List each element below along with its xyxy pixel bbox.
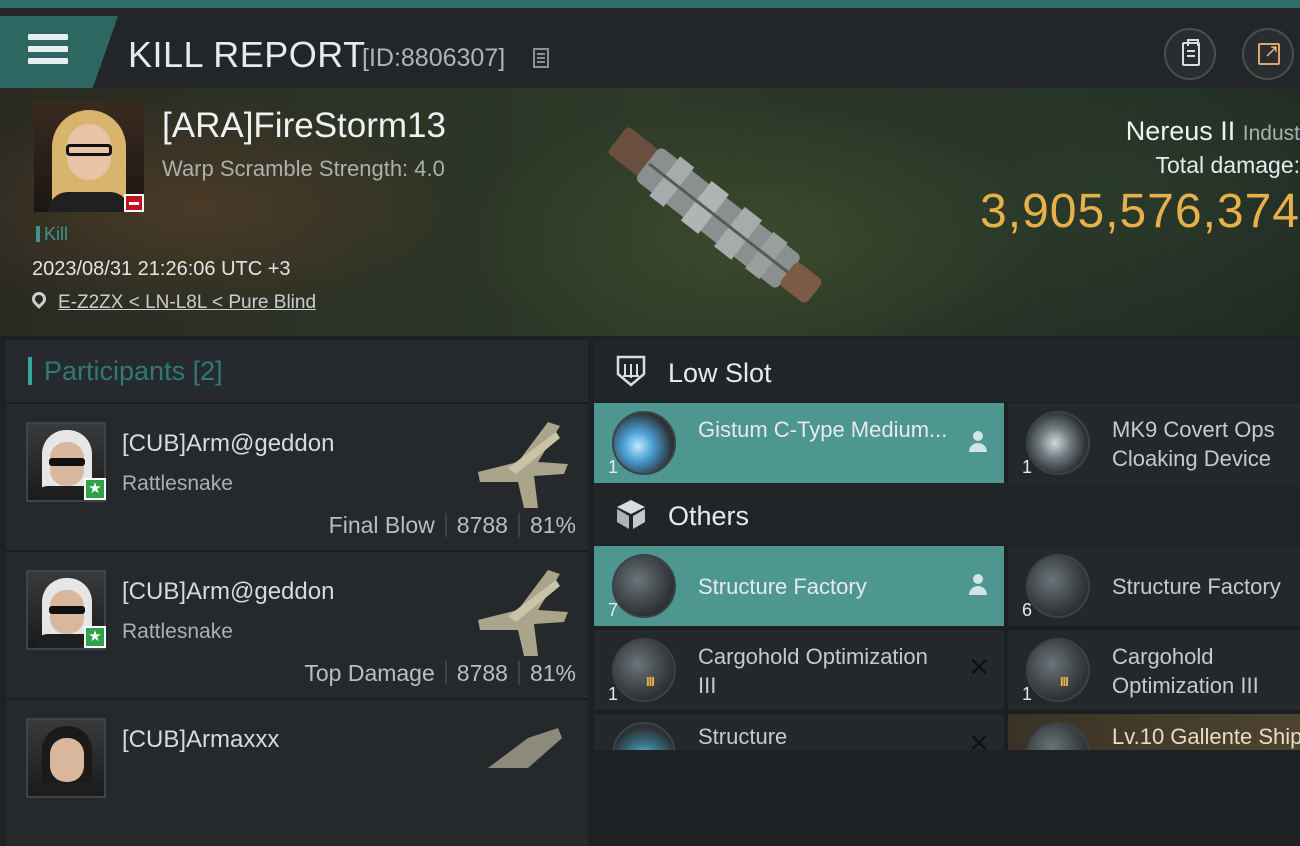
warp-scramble-strength: Warp Scramble Strength: 4.0: [162, 156, 445, 181]
low-slot-header: Low Slot: [594, 340, 1300, 402]
participant-ship: Rattlesnake: [122, 472, 233, 495]
kill-tag: Kill: [36, 224, 68, 245]
item-name: Structure Factory: [698, 574, 867, 599]
share-icon: [1258, 41, 1280, 65]
cloaking-device-icon: [1026, 411, 1090, 475]
others-label: Others: [668, 501, 750, 531]
armor-plate-icon: [612, 411, 676, 475]
participants-label: Participants: [44, 356, 186, 386]
participant-row[interactable]: ★ [CUB]Arm@geddon Rattlesnake Final Blow…: [6, 404, 588, 550]
cargo-gallente-ship-skill[interactable]: Lv.10 Gallente Ship: [1008, 714, 1300, 750]
participants-count: [2]: [192, 356, 223, 386]
hamburger-menu-icon: [28, 34, 68, 70]
pilot-icon: [968, 574, 988, 596]
copy-icon[interactable]: [533, 48, 549, 68]
cube-icon: [617, 500, 645, 529]
pilot-icon: [968, 431, 988, 453]
ship-icon: [488, 728, 562, 768]
module-gistum-c-type[interactable]: 1 Gistum C-Type Medium...: [594, 403, 1004, 483]
item-quantity: 6: [1022, 600, 1033, 620]
participant-stats: Top Damage 8788 81%: [304, 660, 576, 686]
victim-banner: [ARA]FireStorm13 Warp Scramble Strength:…: [0, 88, 1300, 336]
standing-negative-icon: [124, 194, 144, 212]
clipboard-button[interactable]: [1164, 28, 1216, 80]
kill-datetime: 2023/08/31 21:26:06 UTC +3: [32, 258, 291, 280]
participant-row[interactable]: [CUB]Armaxxx: [6, 700, 588, 846]
star-badge-icon: ★: [84, 478, 106, 500]
participant-stats: Final Blow 8788 81%: [328, 512, 576, 538]
total-damage-value: 3,905,576,374: [980, 185, 1300, 238]
share-button[interactable]: [1242, 28, 1294, 80]
participant-row[interactable]: ★ [CUB]Arm@geddon Rattlesnake Top Damage…: [6, 552, 588, 698]
structure-factory-icon: [612, 554, 676, 618]
cargohold-rig-icon: [1026, 638, 1090, 702]
tech-level-icon: III: [1060, 674, 1069, 689]
cargo-structure-factory[interactable]: 6 Structure Factory: [1008, 546, 1300, 626]
participants-header[interactable]: Participants [2]: [6, 340, 588, 402]
item-name: MK9 Covert Ops Cloaking Device: [1112, 417, 1275, 471]
participant-avatar: [26, 718, 106, 798]
participants-panel: Participants [2] ★ [CUB]Arm@geddon Rattl…: [6, 340, 588, 846]
tech-level-icon: III: [646, 674, 655, 689]
location-pin-icon: [29, 289, 49, 309]
victim-ship-image: [608, 127, 822, 303]
fitting-panel: Low Slot 1 Gistum C-Type Medium... 1 MK9…: [594, 340, 1300, 750]
cargohold-rig-icon: [612, 638, 676, 702]
structure-icon: [612, 722, 676, 750]
item-quantity: 1: [1022, 457, 1033, 477]
rattlesnake-ship-icon: [478, 422, 568, 508]
destroyed-cross-icon: ✕: [968, 652, 990, 682]
item-quantity: 1: [608, 684, 619, 704]
cargo-cargohold-optimization[interactable]: III 1 Cargohold Optimization III: [1008, 630, 1300, 710]
item-name: Structure: [698, 724, 788, 749]
kill-location-link[interactable]: E-Z2ZX < LN-L8L < Pure Blind: [58, 292, 316, 314]
participant-name: [CUB]Arm@geddon: [122, 578, 335, 605]
item-quantity: 1: [1022, 684, 1033, 704]
rattlesnake-ship-icon: [478, 570, 568, 656]
participant-name: [CUB]Arm@geddon: [122, 430, 335, 457]
module-mk9-cloak[interactable]: 1 MK9 Covert Ops Cloaking Device: [1008, 403, 1300, 483]
item-name: Cargohold Optimization III: [1112, 644, 1259, 698]
item-name: Gistum C-Type Medium...: [698, 417, 948, 442]
others-header: Others: [594, 483, 1300, 545]
page-title: KILL REPORT: [128, 34, 366, 75]
item-name: Lv.10 Gallente Ship: [1112, 724, 1300, 749]
low-slot-label: Low Slot: [668, 358, 772, 388]
skill-book-icon: [1026, 722, 1090, 750]
kill-id: [ID:8806307]: [362, 44, 506, 72]
item-name: Cargohold Optimization III: [698, 644, 928, 698]
clipboard-icon: [1182, 39, 1200, 66]
item-name: Structure Factory: [1112, 574, 1281, 599]
destroyed-cross-icon: ✕: [968, 728, 990, 750]
cargo-structure-factory[interactable]: 7 Structure Factory: [594, 546, 1004, 626]
structure-factory-icon: [1026, 554, 1090, 618]
low-slot-shield-icon: [616, 355, 646, 387]
menu-button[interactable]: [0, 16, 118, 90]
victim-name[interactable]: [ARA]FireStorm13: [162, 106, 446, 146]
cargo-cargohold-optimization[interactable]: III 1 Cargohold Optimization III ✕: [594, 630, 1004, 710]
item-quantity: 7: [608, 600, 619, 620]
victim-ship-name[interactable]: Nereus II Indust: [1126, 116, 1300, 147]
star-badge-icon: ★: [84, 626, 106, 648]
item-quantity: 1: [608, 457, 619, 477]
top-bar: KILL REPORT [ID:8806307]: [0, 0, 1300, 90]
participant-ship: Rattlesnake: [122, 620, 233, 643]
cargo-structure[interactable]: Structure ✕: [594, 714, 1004, 750]
total-damage-label: Total damage:: [1155, 152, 1300, 178]
